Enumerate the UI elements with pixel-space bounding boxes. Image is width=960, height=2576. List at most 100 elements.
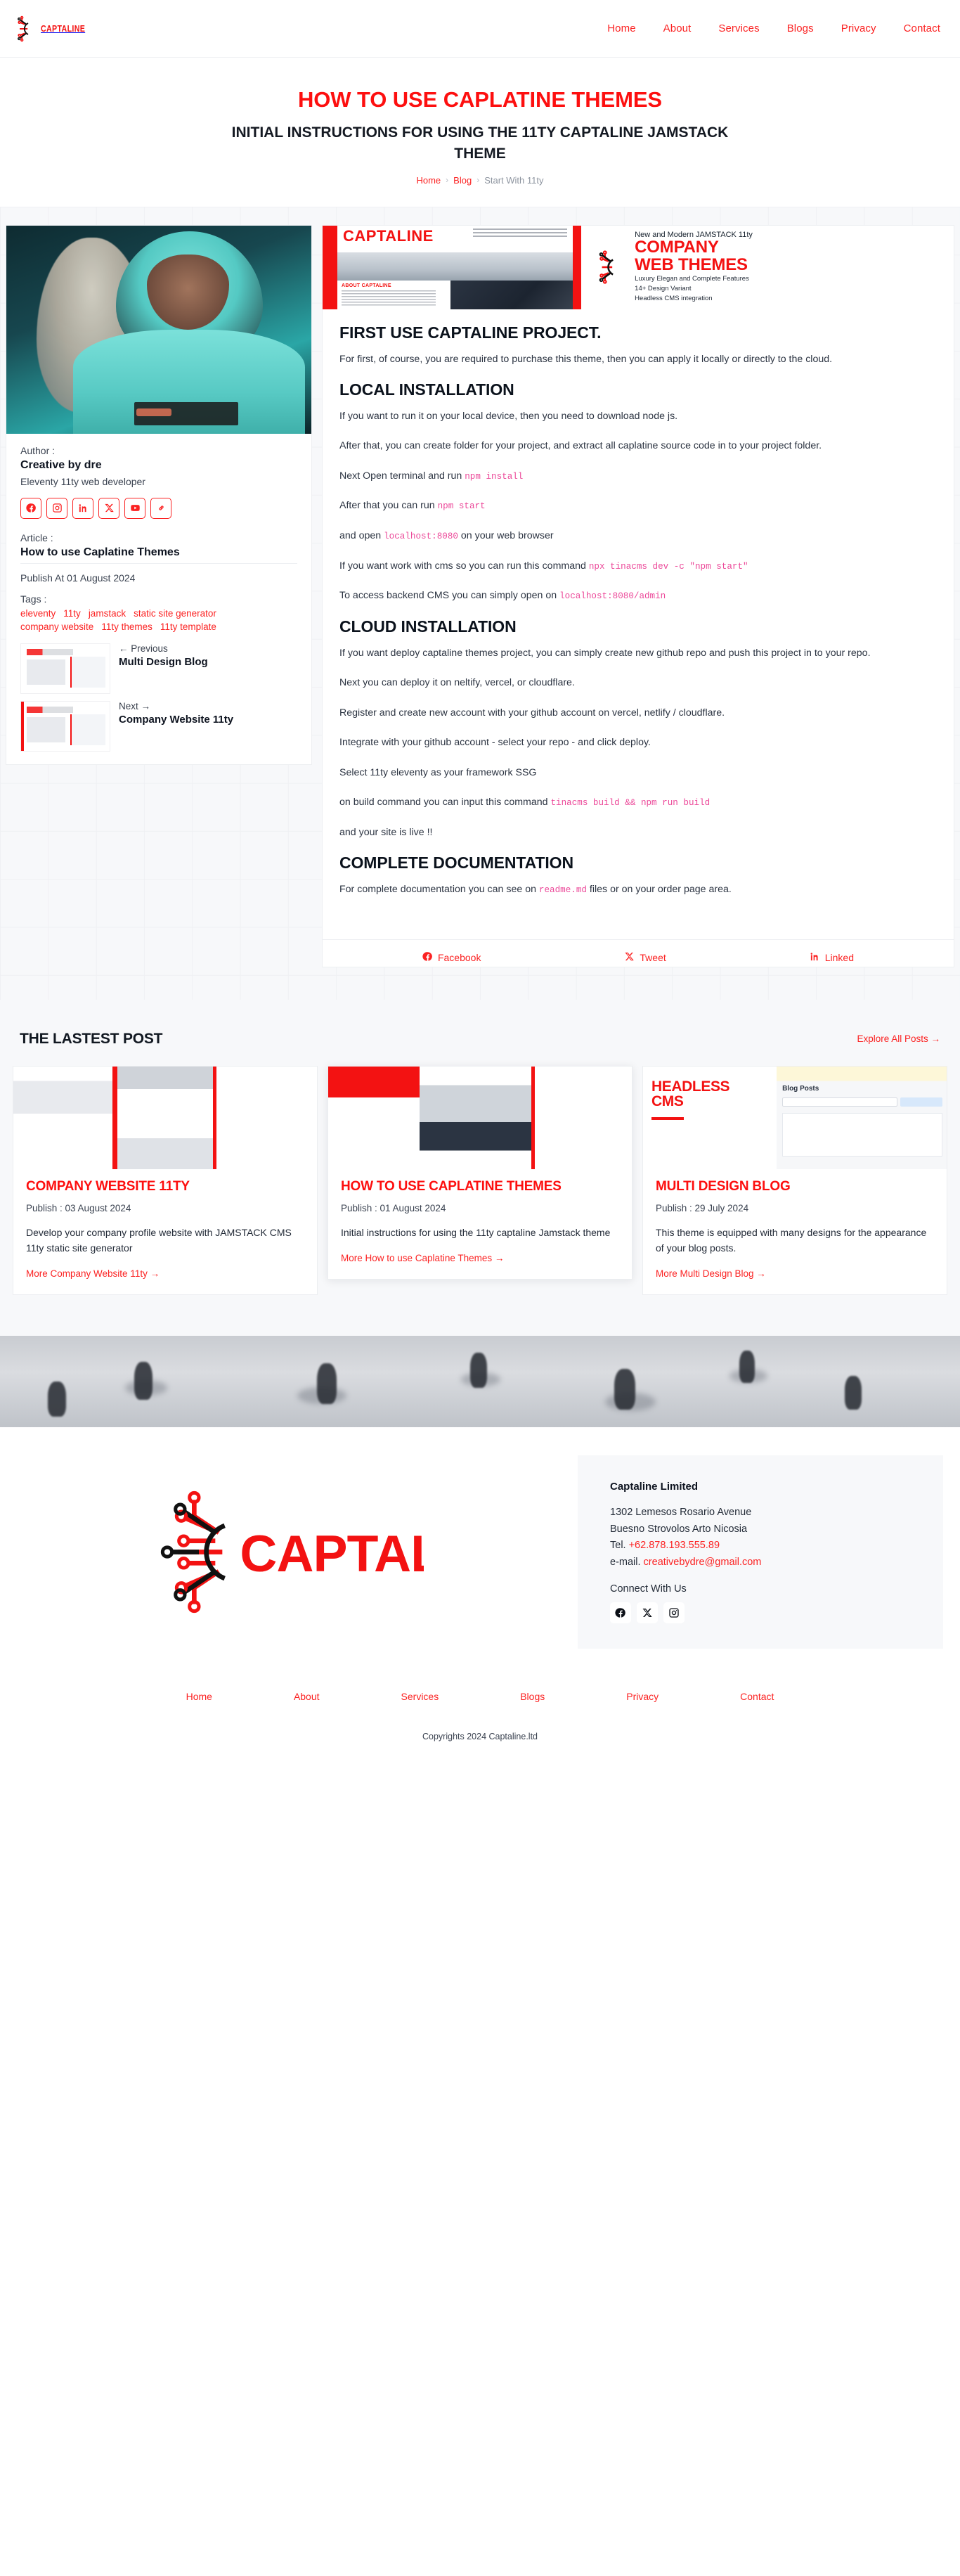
author-photo — [6, 225, 311, 434]
author-role: Eleventy 11ty web developer — [20, 475, 145, 487]
wide-banner-image — [0, 1336, 960, 1428]
author-social-links — [20, 497, 297, 519]
tag-item[interactable]: eleventy — [20, 608, 56, 619]
article-paragraph: If you want to run it on your local devi… — [339, 410, 678, 422]
footer-nav-item-blogs[interactable]: Blogs — [520, 1691, 545, 1702]
next-post-link[interactable]: Next → Company Website 11ty — [20, 700, 297, 752]
svg-text:CAPTALINE: CAPTALINE — [240, 1525, 424, 1583]
link-icon[interactable] — [150, 497, 171, 519]
footer-telephone-label: Tel. — [610, 1540, 629, 1552]
post-card-title: HOW TO USE CAPLATINE THEMES — [341, 1178, 562, 1194]
banner-about-label: ABOUT CAPTALINE — [342, 283, 391, 288]
author-name: Creative by dre — [20, 458, 102, 471]
article-heading: COMPLETE DOCUMENTATION — [339, 854, 573, 872]
page-hero: HOW TO USE CAPLATINE THEMES INITIAL INST… — [0, 58, 960, 207]
footer-address-line-1: 1302 Lemesos Rosario Avenue — [610, 1507, 752, 1519]
banner-headline-1: COMPANY — [635, 238, 719, 257]
share-facebook-label: Facebook — [437, 951, 481, 963]
article-paragraph: If you want work with cms so you can run… — [339, 558, 937, 575]
x-twitter-icon[interactable] — [637, 1602, 658, 1624]
previous-post-thumbnail — [20, 643, 110, 694]
article-heading: LOCAL INSTALLATION — [339, 380, 514, 399]
nav-item-services[interactable]: Services — [718, 22, 759, 34]
inline-code: npm start — [437, 501, 486, 512]
post-card[interactable]: COMPANY WEBSITE 11TY Publish : 03 August… — [13, 1065, 318, 1296]
instagram-icon[interactable] — [663, 1602, 685, 1624]
footer-nav-item-about[interactable]: About — [294, 1691, 320, 1702]
copyright-text: Copyrights 2024 Captaline.ltd — [0, 1722, 960, 1758]
nav-item-home[interactable]: Home — [607, 22, 635, 34]
footer-nav-item-home[interactable]: Home — [186, 1691, 212, 1702]
facebook-icon[interactable] — [20, 497, 41, 519]
article-paragraph: After that, you can create folder for yo… — [339, 440, 822, 452]
tag-item[interactable]: static site generator — [134, 608, 216, 619]
article-label: Article : — [20, 532, 53, 543]
article-paragraph: For first, of course, you are required t… — [339, 353, 833, 365]
post-card-more-link[interactable]: More Company Website 11ty → — [26, 1268, 304, 1279]
post-card-title: MULTI DESIGN BLOG — [656, 1178, 791, 1194]
inline-code: npm install — [465, 471, 524, 482]
x-twitter-icon — [624, 951, 635, 964]
site-header: CAPTALINE Home About Services Blogs Priv… — [0, 0, 960, 58]
captaline-logo-icon — [11, 15, 39, 43]
nav-item-blogs[interactable]: Blogs — [787, 22, 814, 34]
post-card-more-link[interactable]: More How to use Caplatine Themes → — [341, 1253, 619, 1263]
tag-item[interactable]: 11ty template — [160, 622, 216, 632]
breadcrumb-blog[interactable]: Blog — [453, 175, 472, 186]
footer-contact-block: Captaline Limited 1302 Lemesos Rosario A… — [578, 1455, 943, 1649]
linkedin-icon[interactable] — [72, 497, 93, 519]
next-post-title: Company Website 11ty — [119, 713, 234, 726]
share-linkedin-button[interactable]: Linked — [810, 951, 854, 964]
latest-posts-section: THE LASTEST POST Explore All Posts → COM… — [0, 999, 960, 1337]
share-tweet-button[interactable]: Tweet — [624, 951, 666, 964]
article-paragraph: and your site is live !! — [339, 826, 433, 838]
article-sidebar: Author : Creative by dre Eleventy 11ty w… — [6, 224, 312, 765]
tag-item[interactable]: company website — [20, 622, 93, 632]
x-twitter-icon[interactable] — [98, 497, 119, 519]
footer-email-value[interactable]: creativebydre@gmail.com — [644, 1557, 762, 1568]
nav-item-privacy[interactable]: Privacy — [841, 22, 876, 34]
article-section: Author : Creative by dre Eleventy 11ty w… — [0, 206, 960, 1000]
footer-top: CAPTALINE Captaline Limited 1302 Lemesos… — [0, 1427, 960, 1670]
breadcrumb-home[interactable]: Home — [416, 175, 441, 186]
footer-nav-item-services[interactable]: Services — [401, 1691, 439, 1702]
banner-captaline-logo-icon — [591, 249, 628, 285]
article-banner-image: CAPTALINE ABOUT CAPTALINE New and Modern… — [323, 225, 954, 309]
article-paragraph: on build command you can input this comm… — [339, 794, 937, 811]
post-card[interactable]: HEADLESS CMS Blog Posts MULTI DESIGN BLOG — [642, 1065, 947, 1296]
instagram-icon[interactable] — [46, 497, 67, 519]
site-logo[interactable]: CAPTALINE — [11, 15, 95, 43]
footer-telephone-value[interactable]: +62.878.193.555.89 — [629, 1540, 720, 1551]
article-paragraph: If you want deploy captaline themes proj… — [339, 648, 871, 659]
paragraph-text: If you want work with cms so you can run… — [339, 560, 589, 572]
footer-navigation: Home About Services Blogs Privacy Contac… — [0, 1670, 960, 1722]
post-card-date: Publish : 01 August 2024 — [341, 1202, 446, 1213]
banner-features: Luxury Elegan and Complete Features 14+ … — [635, 275, 749, 302]
paragraph-text: on your web browser — [458, 530, 554, 542]
article-paragraph: and open localhost:8080 on your web brow… — [339, 527, 937, 545]
tag-item[interactable]: 11ty themes — [101, 622, 153, 632]
footer-social-links — [610, 1602, 911, 1624]
inline-code: readme.md — [538, 885, 587, 896]
share-facebook-button[interactable]: Facebook — [422, 951, 481, 964]
footer-nav-item-contact[interactable]: Contact — [740, 1691, 774, 1702]
explore-all-posts-link[interactable]: Explore All Posts → — [857, 1033, 940, 1044]
facebook-icon[interactable] — [610, 1602, 631, 1624]
tag-item[interactable]: jamstack — [89, 608, 126, 619]
site-logo-text: CAPTALINE — [41, 23, 86, 34]
nav-item-contact[interactable]: Contact — [904, 22, 940, 34]
banner-brand-text: CAPTALINE — [343, 226, 434, 245]
post-card[interactable]: HOW TO USE CAPLATINE THEMES Publish : 01… — [327, 1065, 633, 1280]
breadcrumb-separator-1: › — [446, 175, 449, 186]
article-title: How to use Caplatine Themes — [20, 546, 180, 558]
youtube-icon[interactable] — [124, 497, 145, 519]
tag-item[interactable]: 11ty — [63, 608, 81, 619]
nav-item-about[interactable]: About — [663, 22, 692, 34]
previous-post-link[interactable]: ← Previous Multi Design Blog — [20, 643, 297, 694]
tags-list: eleventy 11ty jamstack static site gener… — [20, 608, 297, 632]
footer-nav-item-privacy[interactable]: Privacy — [626, 1691, 659, 1702]
paragraph-text: For complete documentation you can see o… — [339, 884, 539, 896]
page-title: HOW TO USE CAPLATINE THEMES — [297, 87, 662, 112]
share-tweet-label: Tweet — [640, 951, 666, 963]
post-card-more-link[interactable]: More Multi Design Blog → — [656, 1268, 934, 1279]
